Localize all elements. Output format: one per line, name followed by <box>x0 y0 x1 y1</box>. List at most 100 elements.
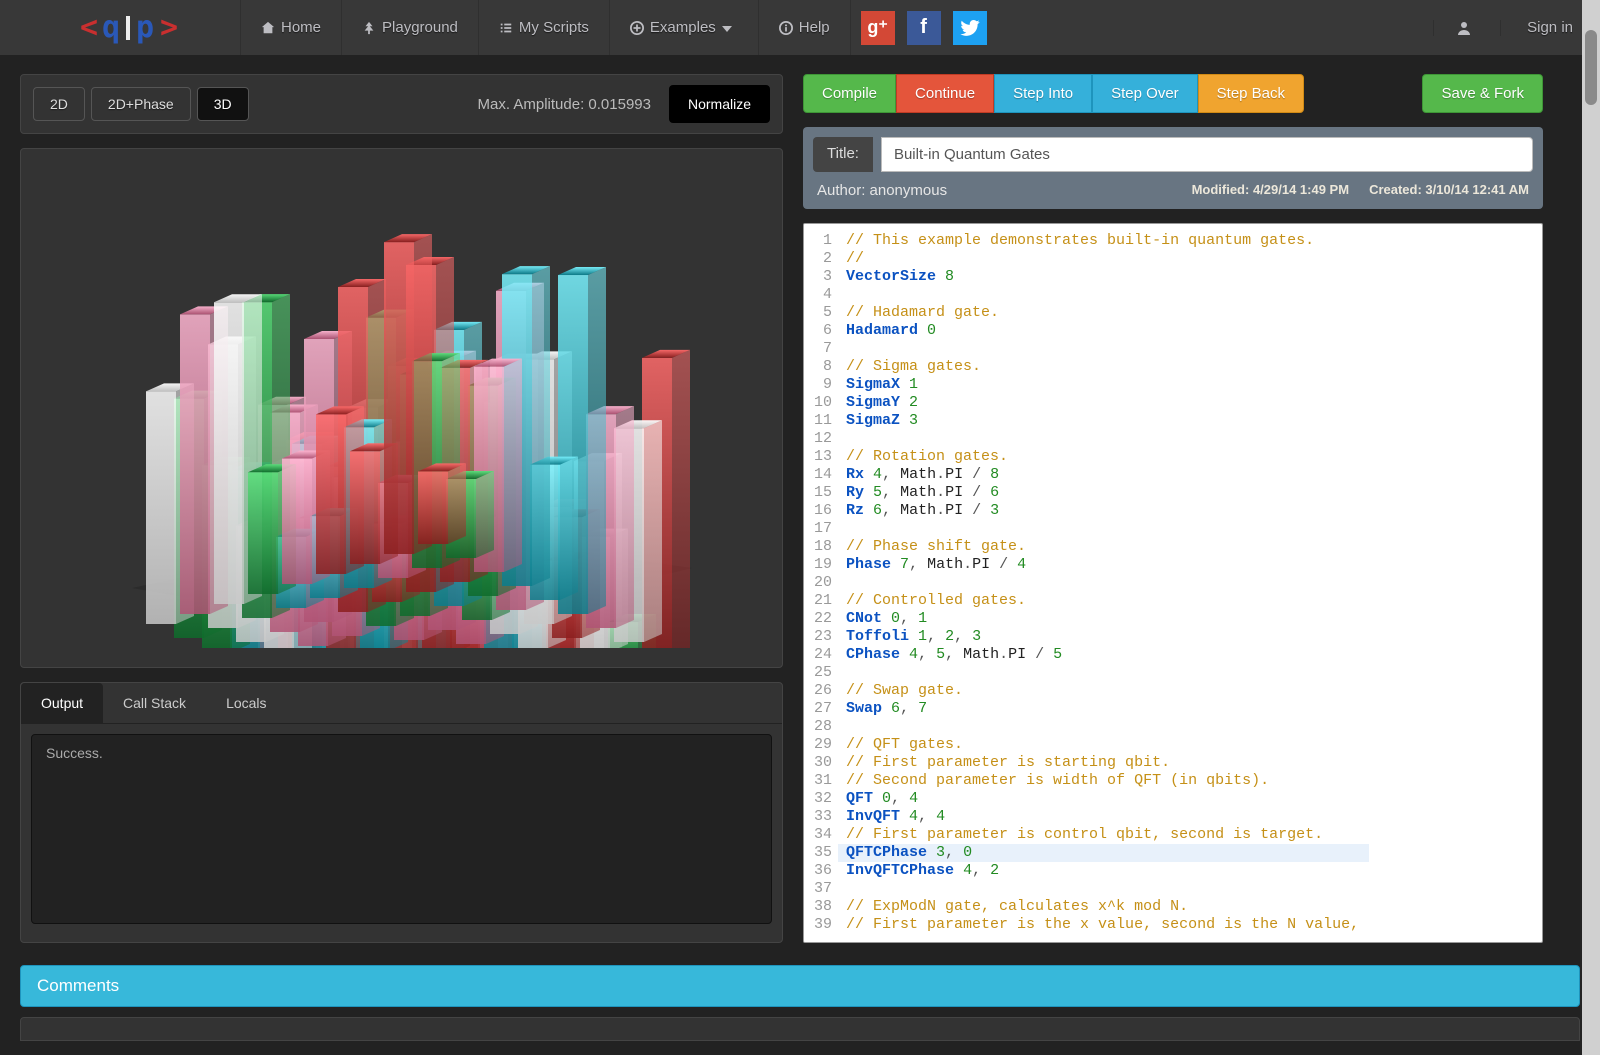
code-line[interactable]: SigmaX 1 <box>846 376 1359 394</box>
code-line[interactable]: // Rotation gates. <box>846 448 1359 466</box>
code-line[interactable]: QFTCPhase 3, 0 <box>838 844 1369 862</box>
normalize-button[interactable]: Normalize <box>669 85 770 123</box>
list-icon <box>499 21 513 35</box>
tab-locals[interactable]: Locals <box>206 683 286 723</box>
code-line[interactable]: SigmaZ 3 <box>846 412 1359 430</box>
code-line[interactable] <box>846 340 1359 358</box>
code-line[interactable]: Ry 5, Math.PI / 6 <box>846 484 1359 502</box>
save-fork-button[interactable]: Save & Fork <box>1422 74 1543 113</box>
step-over-button[interactable]: Step Over <box>1092 74 1198 113</box>
code-line[interactable]: // ExpModN gate, calculates x^k mod N. <box>846 898 1359 916</box>
bottom-tabs: Output Call Stack Locals <box>21 683 782 724</box>
step-into-button[interactable]: Step Into <box>994 74 1092 113</box>
title-input[interactable] <box>881 137 1533 172</box>
code-line[interactable]: // First parameter is starting qbit. <box>846 754 1359 772</box>
code-line[interactable]: CPhase 4, 5, Math.PI / 5 <box>846 646 1359 664</box>
created-label: Created: 3/10/14 12:41 AM <box>1369 182 1529 199</box>
nav-help[interactable]: Help <box>759 0 851 55</box>
code-line[interactable]: Rx 4, Math.PI / 8 <box>846 466 1359 484</box>
code-line[interactable]: // Second parameter is width of QFT (in … <box>846 772 1359 790</box>
code-line[interactable]: SigmaY 2 <box>846 394 1359 412</box>
code-line[interactable]: // <box>846 250 1359 268</box>
code-line[interactable] <box>846 718 1359 736</box>
tab-callstack[interactable]: Call Stack <box>103 683 206 723</box>
code-editor[interactable]: 1234567891011121314151617181920212223242… <box>803 223 1543 943</box>
code-line[interactable]: // Sigma gates. <box>846 358 1359 376</box>
code-line[interactable]: // QFT gates. <box>846 736 1359 754</box>
googleplus-button[interactable]: g⁺ <box>861 11 895 45</box>
comments-panel <box>20 1017 1580 1041</box>
code-line[interactable] <box>846 574 1359 592</box>
code-line[interactable]: CNot 0, 1 <box>846 610 1359 628</box>
code-line[interactable]: // Swap gate. <box>846 682 1359 700</box>
code-line[interactable]: // First parameter is the x value, secon… <box>846 916 1359 934</box>
svg-text:q: q <box>102 10 120 45</box>
code-line[interactable]: Hadamard 0 <box>846 322 1359 340</box>
social-buttons: g⁺ f <box>861 11 987 45</box>
twitter-icon <box>960 20 980 36</box>
view-2dphase-button[interactable]: 2D+Phase <box>91 87 191 121</box>
facebook-icon: f <box>920 16 927 39</box>
code-line[interactable]: // Phase shift gate. <box>846 538 1359 556</box>
code-line[interactable]: InvQFTCPhase 4, 2 <box>846 862 1359 880</box>
output-message: Success. <box>31 734 772 924</box>
title-row: Title: <box>813 137 1533 172</box>
code-line[interactable] <box>846 520 1359 538</box>
nav-examples-label: Examples <box>650 19 716 36</box>
nav-playground-label: Playground <box>382 19 458 36</box>
code-line[interactable]: // Hadamard gate. <box>846 304 1359 322</box>
code-line[interactable] <box>846 286 1359 304</box>
code-line[interactable]: Rz 6, Math.PI / 3 <box>846 502 1359 520</box>
continue-button[interactable]: Continue <box>896 74 994 113</box>
code-line[interactable]: VectorSize 8 <box>846 268 1359 286</box>
code-line[interactable]: // Controlled gates. <box>846 592 1359 610</box>
code-line[interactable]: QFT 0, 4 <box>846 790 1359 808</box>
nav-right: Sign in <box>1433 0 1600 55</box>
info-icon <box>779 21 793 35</box>
chevron-down-icon <box>722 19 738 36</box>
output-body: Success. <box>21 724 782 942</box>
code-line[interactable] <box>846 430 1359 448</box>
code-line[interactable]: Phase 7, Math.PI / 4 <box>846 556 1359 574</box>
twitter-button[interactable] <box>953 11 987 45</box>
step-back-button[interactable]: Step Back <box>1198 74 1304 113</box>
nav-myscripts-label: My Scripts <box>519 19 589 36</box>
left-column: 2D 2D+Phase 3D Max. Amplitude: 0.015993 … <box>20 74 783 943</box>
tab-output[interactable]: Output <box>21 683 103 723</box>
nav-examples[interactable]: Examples <box>610 0 759 55</box>
code-line[interactable] <box>846 664 1359 682</box>
editor-body[interactable]: // This example demonstrates built-in qu… <box>838 224 1369 942</box>
run-controls: Compile Continue Step Into Step Over Ste… <box>803 74 1543 113</box>
svg-text:p: p <box>136 10 154 45</box>
code-line[interactable]: Toffoli 1, 2, 3 <box>846 628 1359 646</box>
view-mode-group: 2D 2D+Phase 3D <box>33 87 249 121</box>
home-icon <box>261 21 275 35</box>
nav-myscripts[interactable]: My Scripts <box>479 0 610 55</box>
view-2d-button[interactable]: 2D <box>33 87 85 121</box>
bar-chart-3d <box>52 168 752 648</box>
author-label: Author: anonymous <box>817 182 1172 199</box>
modified-label: Modified: 4/29/14 1:49 PM <box>1192 182 1350 199</box>
title-label: Title: <box>813 137 873 172</box>
code-line[interactable] <box>846 880 1359 898</box>
view-3d-button[interactable]: 3D <box>197 87 249 121</box>
svg-text:<: < <box>80 10 98 45</box>
facebook-button[interactable]: f <box>907 11 941 45</box>
right-column: Compile Continue Step Into Step Over Ste… <box>803 74 1543 943</box>
compile-button[interactable]: Compile <box>803 74 896 113</box>
page-scrollbar[interactable] <box>1582 0 1600 1055</box>
navbar: < q p > Home Playground My Scripts Examp… <box>0 0 1600 56</box>
code-line[interactable]: Swap 6, 7 <box>846 700 1359 718</box>
tree-icon <box>362 21 376 35</box>
user-menu[interactable] <box>1433 20 1501 36</box>
code-line[interactable]: // First parameter is control qbit, seco… <box>846 826 1359 844</box>
code-line[interactable]: // This example demonstrates built-in qu… <box>846 232 1359 250</box>
visualization-panel[interactable] <box>20 148 783 668</box>
main: 2D 2D+Phase 3D Max. Amplitude: 0.015993 … <box>0 56 1600 943</box>
logo[interactable]: < q p > <box>80 10 200 46</box>
nav-home[interactable]: Home <box>240 0 342 55</box>
comments-heading[interactable]: Comments <box>20 965 1580 1007</box>
code-line[interactable]: InvQFT 4, 4 <box>846 808 1359 826</box>
user-icon <box>1456 20 1472 36</box>
nav-playground[interactable]: Playground <box>342 0 479 55</box>
